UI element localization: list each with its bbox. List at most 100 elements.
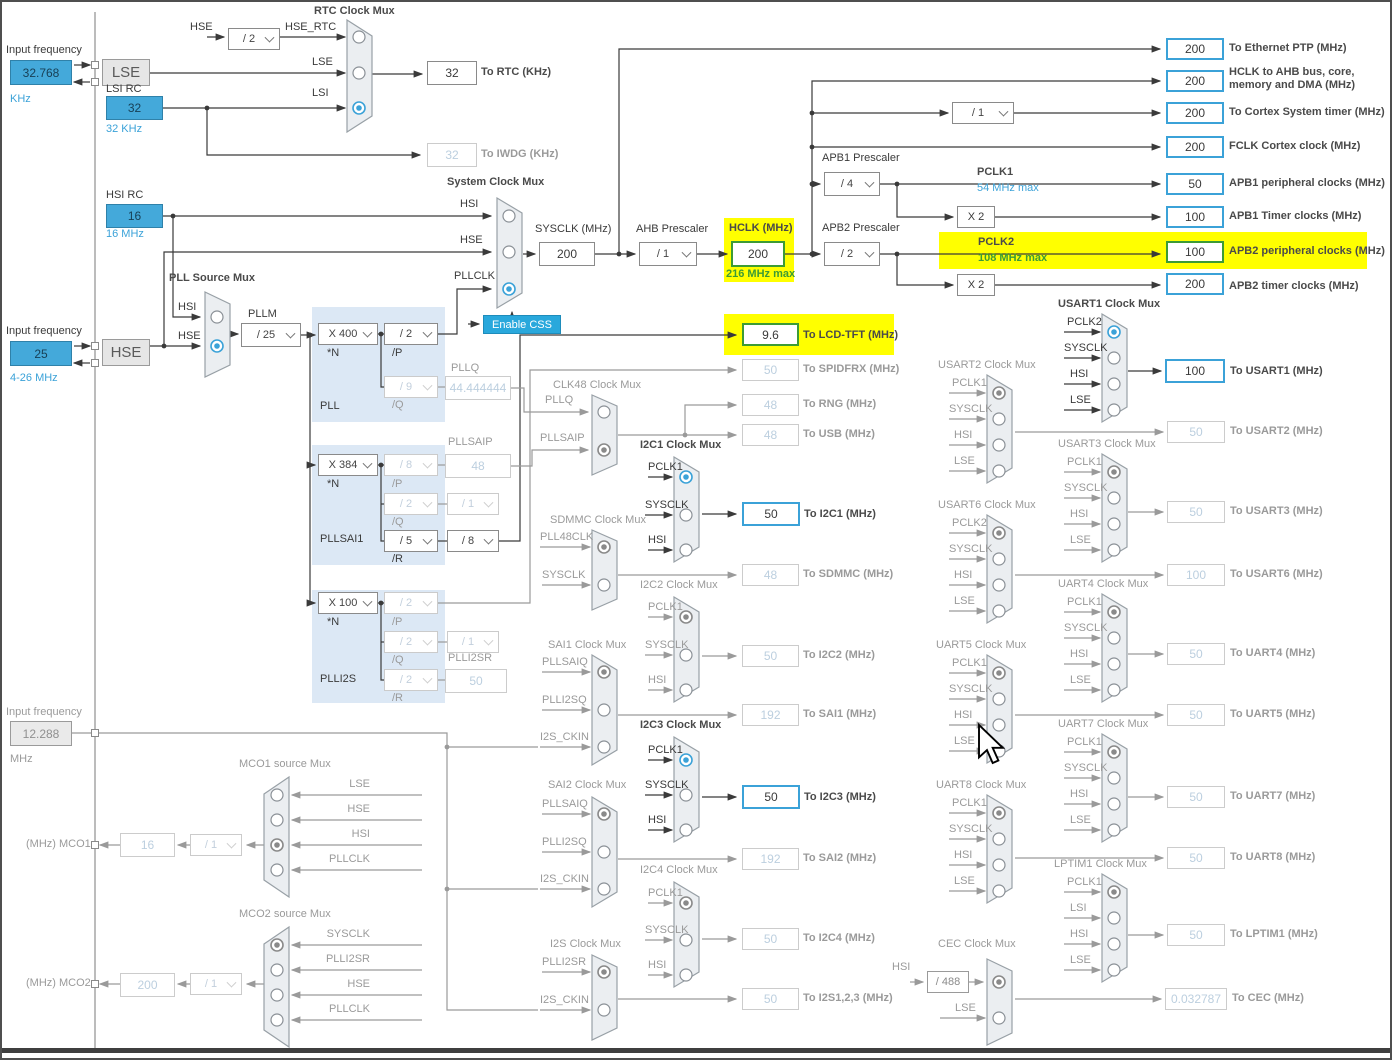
field-sysclk[interactable]: 200 [539, 242, 595, 266]
radio-lptim1-LSI[interactable] [1108, 912, 1120, 924]
radio-cec-in0[interactable] [993, 976, 1005, 988]
radio-usart1-LSE[interactable] [1108, 404, 1120, 416]
radio-uart4-HSI[interactable] [1108, 658, 1120, 670]
label-lsirc: LSI RC [106, 83, 141, 96]
radio-uart5-SYSCLK[interactable] [993, 693, 1005, 705]
radio-i2c3-HSI[interactable] [680, 824, 692, 836]
select-pllp[interactable]: / 2 [384, 323, 438, 345]
radio-usart2-PCLK1[interactable] [993, 387, 1005, 399]
radio-rtc-LSE[interactable] [353, 67, 365, 79]
radio-sdmmc-PLL48CLK[interactable] [598, 541, 610, 553]
mux-input-label-uart8-LSE: LSE [954, 875, 975, 888]
select-sair2[interactable]: / 8 [447, 530, 499, 552]
select-ahb[interactable]: / 1 [639, 242, 697, 266]
radio-sai1-I2S_CKIN[interactable] [598, 741, 610, 753]
field-i2s-in[interactable]: 12.288 [10, 721, 72, 746]
radio-sai1-PLLI2SQ[interactable] [598, 704, 610, 716]
field-usart1: 100 [1165, 359, 1225, 383]
radio-uart7-PCLK1[interactable] [1108, 746, 1120, 758]
field-lsi[interactable]: 32 [106, 96, 163, 120]
radio-mco2-HSE[interactable] [271, 989, 283, 1001]
radio-clk48-PLLSAIP[interactable] [598, 444, 610, 456]
radio-uart8-PCLK1[interactable] [993, 807, 1005, 819]
radio-usart3-HSI[interactable] [1108, 518, 1120, 530]
radio-uart7-HSI[interactable] [1108, 798, 1120, 810]
radio-usart3-SYSCLK[interactable] [1108, 492, 1120, 504]
select-cortex[interactable]: / 1 [952, 102, 1014, 124]
radio-i2c2-HSI[interactable] [680, 684, 692, 696]
radio-sys-HSI[interactable] [503, 210, 515, 222]
select-apb2[interactable]: / 2 [824, 242, 880, 266]
radio-i2s-PLLI2SR[interactable] [598, 966, 610, 978]
radio-uart4-SYSCLK[interactable] [1108, 632, 1120, 644]
radio-pllsrc-HSE[interactable] [211, 340, 223, 352]
radio-sdmmc-SYSCLK[interactable] [598, 579, 610, 591]
field-lse-in[interactable]: 32.768 [10, 60, 72, 85]
radio-lptim1-LSE[interactable] [1108, 964, 1120, 976]
select-rtc-div[interactable]: / 2 [228, 28, 280, 50]
radio-sai2-I2S_CKIN[interactable] [598, 883, 610, 895]
radio-uart4-LSE[interactable] [1108, 684, 1120, 696]
radio-sys-HSE[interactable] [503, 246, 515, 258]
radio-sai2-PLLI2SQ[interactable] [598, 846, 610, 858]
field-apb2p[interactable]: 100 [1166, 241, 1224, 263]
radio-pllsrc-HSI[interactable] [211, 311, 223, 323]
radio-rtc-LSI[interactable] [353, 102, 365, 114]
mux-body-i2s [592, 955, 617, 1040]
field-hclk[interactable]: 200 [731, 241, 785, 267]
radio-usart6-SYSCLK[interactable] [993, 553, 1005, 565]
radio-usart6-LSE[interactable] [993, 605, 1005, 617]
select-i2sn[interactable]: X 100 [318, 592, 378, 614]
select-plln[interactable]: X 400 [318, 323, 378, 345]
radio-lptim1-HSI[interactable] [1108, 938, 1120, 950]
radio-dot-mco1 [274, 842, 280, 848]
select-pllm[interactable]: / 25 [241, 323, 301, 347]
field-hse-in[interactable]: 25 [10, 341, 72, 366]
field-hsi[interactable]: 16 [106, 204, 163, 228]
select-value: / 1 [657, 248, 669, 260]
radio-usart3-LSE[interactable] [1108, 544, 1120, 556]
radio-usart2-LSE[interactable] [993, 465, 1005, 477]
enable-css-button[interactable]: Enable CSS [483, 315, 561, 334]
radio-usart1-PCLK2[interactable] [1108, 326, 1120, 338]
radio-uart7-LSE[interactable] [1108, 824, 1120, 836]
select-sair[interactable]: / 5 [384, 530, 438, 552]
select-sain[interactable]: X 384 [318, 454, 378, 476]
radio-sai1-PLLSAIQ[interactable] [598, 666, 610, 678]
radio-rtc-HSE_RTC[interactable] [353, 31, 365, 43]
radio-clk48-PLLQ[interactable] [598, 406, 610, 418]
radio-usart3-PCLK1[interactable] [1108, 466, 1120, 478]
radio-uart8-LSE[interactable] [993, 885, 1005, 897]
radio-mco2-PLLI2SR[interactable] [271, 964, 283, 976]
radio-mco1-PLLCLK[interactable] [271, 864, 283, 876]
chevron-down-icon [423, 381, 433, 391]
radio-usart2-SYSCLK[interactable] [993, 413, 1005, 425]
field-rtc[interactable]: 32 [427, 61, 477, 85]
radio-mco2-SYSCLK[interactable] [271, 939, 283, 951]
radio-mco1-HSE[interactable] [271, 814, 283, 826]
radio-mco1-LSE[interactable] [271, 789, 283, 801]
radio-i2c1-HSI[interactable] [680, 544, 692, 556]
radio-sai2-PLLSAIQ[interactable] [598, 808, 610, 820]
radio-uart8-SYSCLK[interactable] [993, 833, 1005, 845]
radio-mco2-PLLCLK[interactable] [271, 1014, 283, 1026]
radio-i2c4-HSI[interactable] [680, 969, 692, 981]
radio-uart5-PCLK1[interactable] [993, 667, 1005, 679]
radio-usart2-HSI[interactable] [993, 439, 1005, 451]
radio-usart1-HSI[interactable] [1108, 378, 1120, 390]
radio-sys-PLLCLK[interactable] [503, 283, 515, 295]
radio-usart6-PCLK2[interactable] [993, 527, 1005, 539]
radio-uart8-HSI[interactable] [993, 859, 1005, 871]
select-apb1[interactable]: / 4 [824, 172, 880, 196]
radio-cec-LSE[interactable] [993, 1012, 1005, 1024]
radio-uart5-HSI[interactable] [993, 719, 1005, 731]
radio-usart1-SYSCLK[interactable] [1108, 352, 1120, 364]
field-lcd[interactable]: 9.6 [742, 323, 799, 346]
radio-uart4-PCLK1[interactable] [1108, 606, 1120, 618]
radio-lptim1-PCLK1[interactable] [1108, 886, 1120, 898]
radio-uart7-SYSCLK[interactable] [1108, 772, 1120, 784]
radio-mco1-HSI[interactable] [271, 839, 283, 851]
radio-i2s-I2S_CKIN[interactable] [598, 1004, 610, 1016]
radio-uart5-LSE[interactable] [993, 745, 1005, 757]
radio-usart6-HSI[interactable] [993, 579, 1005, 591]
